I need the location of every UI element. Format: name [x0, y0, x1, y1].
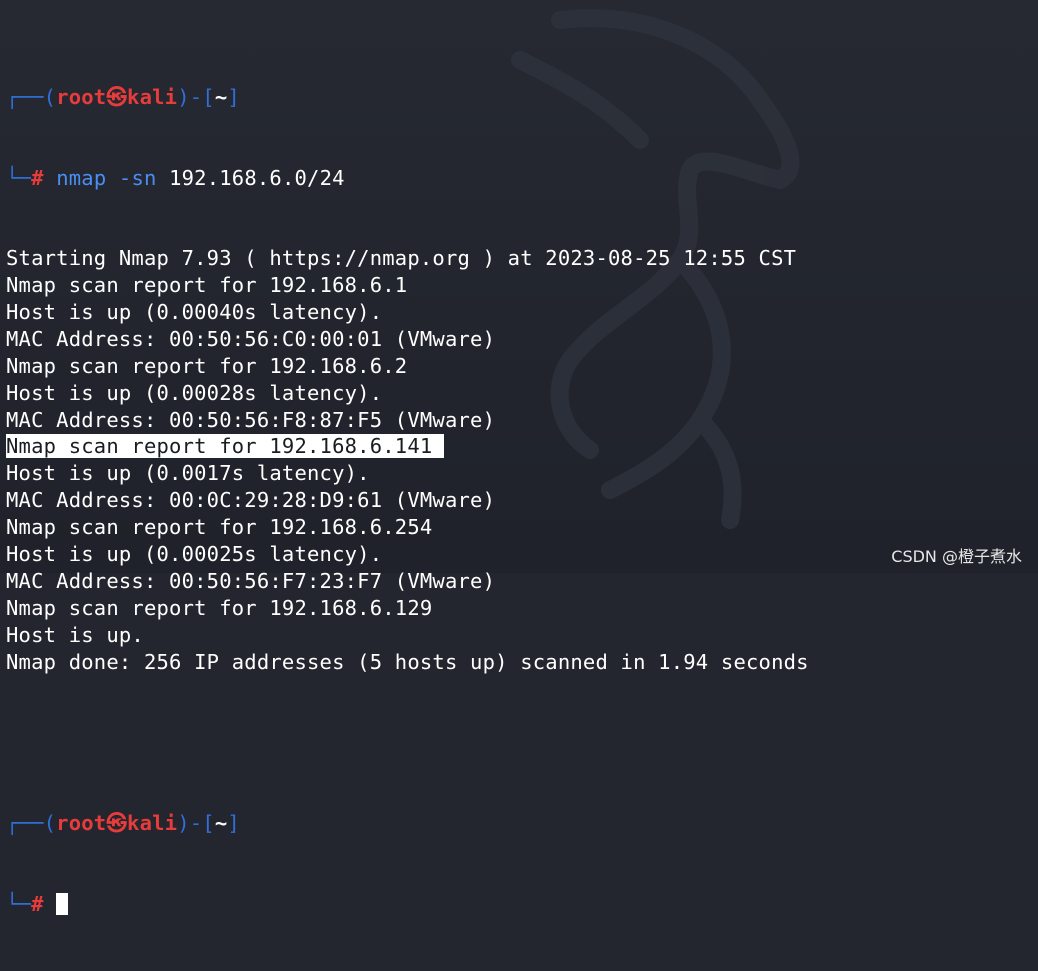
output-line: Nmap scan report for 192.168.6.2 — [6, 353, 408, 378]
prompt-line-top: ┌──(root㉿kali)-[~] — [6, 810, 809, 837]
prompt-user: root — [56, 810, 107, 835]
command-name: nmap — [56, 165, 107, 190]
prompt-separator: ㉿ — [106, 84, 128, 109]
output-line: MAC Address: 00:50:56:F7:23:F7 (VMware) — [6, 568, 496, 593]
command-line: └─# nmap -sn 192.168.6.0/24 — [6, 165, 809, 192]
prompt-separator: ㉿ — [106, 810, 128, 835]
prompt-frame: ] — [227, 810, 240, 835]
prompt-frame: └─ — [6, 891, 32, 916]
output-line: Host is up (0.0017s latency). — [6, 461, 370, 486]
prompt-frame: )-[ — [177, 84, 215, 109]
prompt-frame: └─ — [6, 165, 32, 190]
output-line: MAC Address: 00:50:56:C0:00:01 (VMware) — [6, 326, 496, 351]
command-flag: -sn — [118, 165, 157, 190]
prompt-frame: ┌──( — [6, 810, 57, 835]
prompt-cwd: ~ — [214, 810, 228, 835]
output-line-selected: Nmap scan report for 192.168.6.141 — [6, 433, 809, 460]
output-line: Host is up (0.00025s latency). — [6, 542, 383, 567]
output-line: Nmap scan report for 192.168.6.129 — [6, 595, 433, 620]
output-line: Nmap done: 256 IP addresses (5 hosts up)… — [6, 649, 809, 674]
prompt-user: root — [56, 84, 107, 109]
output-line: Host is up. — [6, 622, 144, 647]
output-line: Nmap scan report for 192.168.6.254 — [6, 515, 433, 540]
prompt-host: kali — [127, 84, 178, 109]
prompt-host: kali — [127, 810, 178, 835]
csdn-watermark: CSDN @橙子煮水 — [891, 547, 1022, 566]
prompt-frame: )-[ — [177, 810, 215, 835]
command-line-active[interactable]: └─# — [6, 891, 809, 918]
prompt-line-top: ┌──(root㉿kali)-[~] — [6, 84, 809, 111]
output-line: Starting Nmap 7.93 ( https://nmap.org ) … — [6, 246, 797, 271]
prompt-frame: ] — [227, 84, 240, 109]
text-cursor — [56, 892, 69, 915]
selection-highlight: Nmap scan report for 192.168.6.141 — [6, 434, 445, 459]
command-output: Starting Nmap 7.93 ( https://nmap.org ) … — [6, 245, 809, 675]
command-arg: 192.168.6.0/24 — [169, 165, 345, 190]
output-line: Host is up (0.00040s latency). — [6, 300, 383, 324]
output-line: Host is up (0.00028s latency). — [6, 380, 383, 405]
prompt-hash: # — [31, 165, 44, 190]
terminal-output: ┌──(root㉿kali)-[~] └─# nmap -sn 192.168.… — [6, 30, 809, 971]
prompt-hash: # — [31, 891, 44, 916]
output-line: Nmap scan report for 192.168.6.1 — [6, 273, 408, 298]
output-line: MAC Address: 00:50:56:F8:87:F5 (VMware) — [6, 407, 496, 432]
prompt-frame: ┌──( — [6, 84, 57, 109]
prompt-cwd: ~ — [214, 84, 228, 109]
terminal-window[interactable]: ┌──(root㉿kali)-[~] └─# nmap -sn 192.168.… — [0, 0, 1038, 916]
output-line: MAC Address: 00:0C:29:28:D9:61 (VMware) — [6, 488, 496, 513]
